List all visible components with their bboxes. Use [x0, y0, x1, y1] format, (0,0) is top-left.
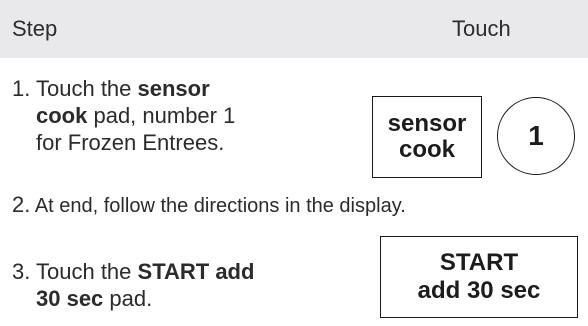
header-touch-label: Touch [452, 16, 511, 41]
step1-line2: cook pad, number 1 [12, 102, 235, 130]
step2-text: At end, follow the directions in the dis… [30, 195, 406, 217]
sensor-cook-pad: sensor cook [372, 96, 482, 178]
sensor-pad-line2: cook [398, 136, 455, 163]
step2-line: 2. At end, follow the directions in the … [12, 192, 406, 219]
number-one-label: 1 [528, 120, 544, 151]
step1-number: 1. [12, 76, 31, 101]
step1-text-a: Touch the [36, 76, 138, 101]
step3-number: 3. [12, 259, 31, 284]
step1-line3: for Frozen Entrees. [12, 129, 224, 157]
start-pad-line1: START [439, 249, 519, 276]
step1-line1: 1. Touch the sensor [12, 75, 210, 103]
step3-line1: 3. Touch the START add [12, 258, 254, 286]
number-one-pad: 1 [497, 97, 575, 175]
step1-text-b: pad, number 1 [87, 103, 236, 128]
step1-bold-sensor: sensor [137, 76, 210, 101]
start-pad-line2: add 30 sec [417, 277, 541, 304]
start-add-30-sec-pad: START add 30 sec [380, 236, 578, 318]
step3-text-a: Touch the [36, 259, 138, 284]
step2-number: 2. [12, 192, 31, 217]
step3-bold-30sec: 30 sec [36, 286, 104, 311]
step3-line2: 30 sec pad. [12, 285, 152, 313]
step1-text-c: for Frozen Entrees. [36, 130, 225, 155]
step3-text-b: pad. [103, 286, 153, 311]
sensor-pad-line1: sensor [387, 110, 467, 137]
table-header: Step Touch [0, 0, 588, 58]
step3-bold-start-add: START add [137, 259, 255, 284]
header-step-label: Step [12, 16, 58, 41]
step1-bold-cook: cook [36, 103, 88, 128]
